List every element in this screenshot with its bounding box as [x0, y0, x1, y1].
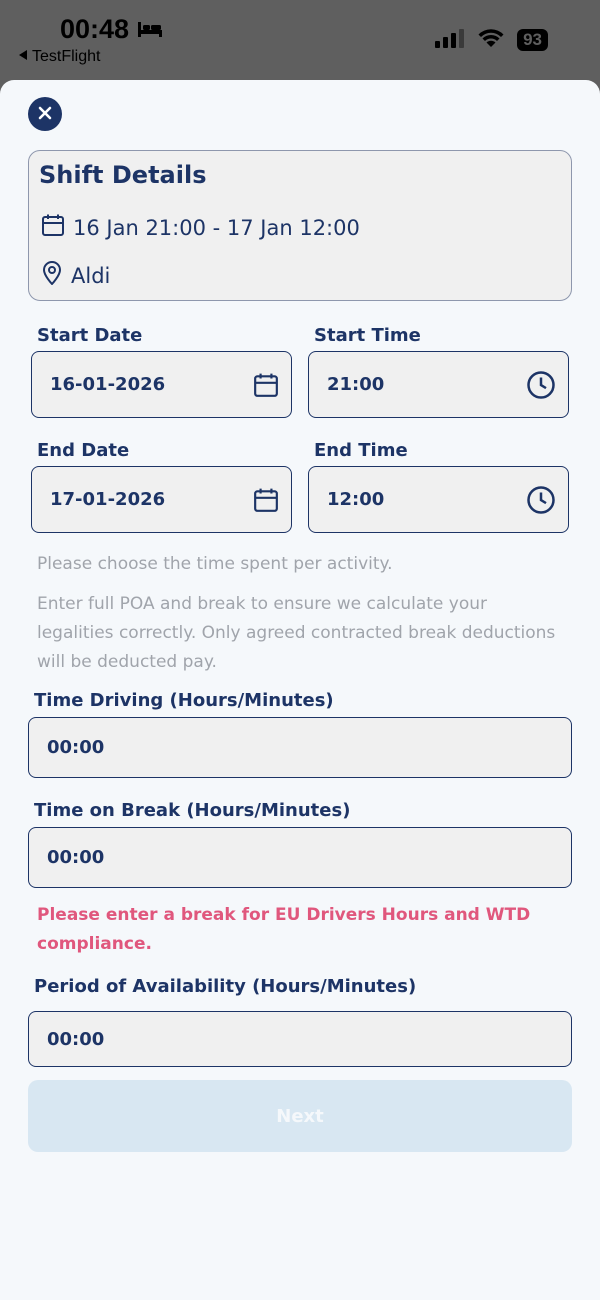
shift-details-title: Shift Details [39, 161, 207, 189]
calendar-icon[interactable] [253, 487, 279, 513]
close-icon [38, 105, 52, 124]
time-driving-label: Time Driving (Hours/Minutes) [34, 690, 334, 711]
status-bar: 00:48 TestFlight 93 [0, 0, 600, 80]
calendar-icon[interactable] [253, 372, 279, 398]
clock-icon[interactable] [526, 370, 556, 400]
shift-location: Aldi [71, 263, 111, 288]
start-time-label: Start Time [314, 325, 421, 346]
poa-label: Period of Availability (Hours/Minutes) [34, 976, 417, 997]
wifi-icon [477, 28, 505, 52]
end-date-value: 17-01-2026 [50, 489, 166, 510]
cellular-signal-icon [435, 28, 465, 52]
status-indicators: 93 [435, 28, 548, 52]
time-break-label: Time on Break (Hours/Minutes) [34, 800, 351, 821]
time-break-value: 00:00 [47, 847, 105, 868]
shift-location-row: Aldi [41, 261, 110, 290]
end-date-input[interactable]: 17-01-2026 [31, 466, 292, 533]
start-time-input[interactable]: 21:00 [308, 351, 569, 418]
clock-icon[interactable] [526, 485, 556, 515]
status-time: 00:48 [60, 14, 130, 44]
end-time-input[interactable]: 12:00 [308, 466, 569, 533]
back-triangle-icon [18, 48, 28, 66]
back-to-app-link[interactable]: TestFlight [18, 48, 100, 66]
help-text-activity: Please choose the time spent per activit… [37, 554, 393, 574]
start-date-value: 16-01-2026 [50, 374, 166, 395]
start-time-value: 21:00 [327, 374, 385, 395]
break-error-message: Please enter a break for EU Drivers Hour… [37, 905, 531, 954]
start-date-label: Start Date [37, 325, 143, 346]
battery-indicator: 93 [517, 29, 548, 51]
shift-datetime-row: 16 Jan 21:00 - 17 Jan 12:00 [41, 213, 360, 242]
end-time-label: End Time [314, 440, 408, 461]
end-date-label: End Date [37, 440, 130, 461]
shift-form-sheet: Shift Details 16 Jan 21:00 - 17 Jan 12:0… [0, 80, 600, 1300]
poa-input[interactable]: 00:00 [28, 1011, 572, 1067]
shift-details-card: Shift Details 16 Jan 21:00 - 17 Jan 12:0… [28, 150, 572, 301]
status-clock: 00:48 [60, 14, 163, 45]
shift-datetime: 16 Jan 21:00 - 17 Jan 12:00 [73, 215, 360, 240]
calendar-icon [41, 213, 65, 242]
poa-value: 00:00 [47, 1028, 105, 1050]
start-date-input[interactable]: 16-01-2026 [31, 351, 292, 418]
end-time-value: 12:00 [327, 489, 385, 510]
time-driving-value: 00:00 [47, 737, 105, 758]
location-pin-icon [41, 261, 63, 290]
time-driving-input[interactable]: 00:00 [28, 717, 572, 778]
time-break-input[interactable]: 00:00 [28, 827, 572, 888]
help-text-legalities: Enter full POA and break to ensure we ca… [37, 594, 556, 672]
sleep-bed-icon [137, 14, 163, 45]
close-button[interactable] [28, 97, 62, 131]
next-button[interactable]: Next [28, 1080, 572, 1152]
back-app-label: TestFlight [32, 48, 101, 65]
